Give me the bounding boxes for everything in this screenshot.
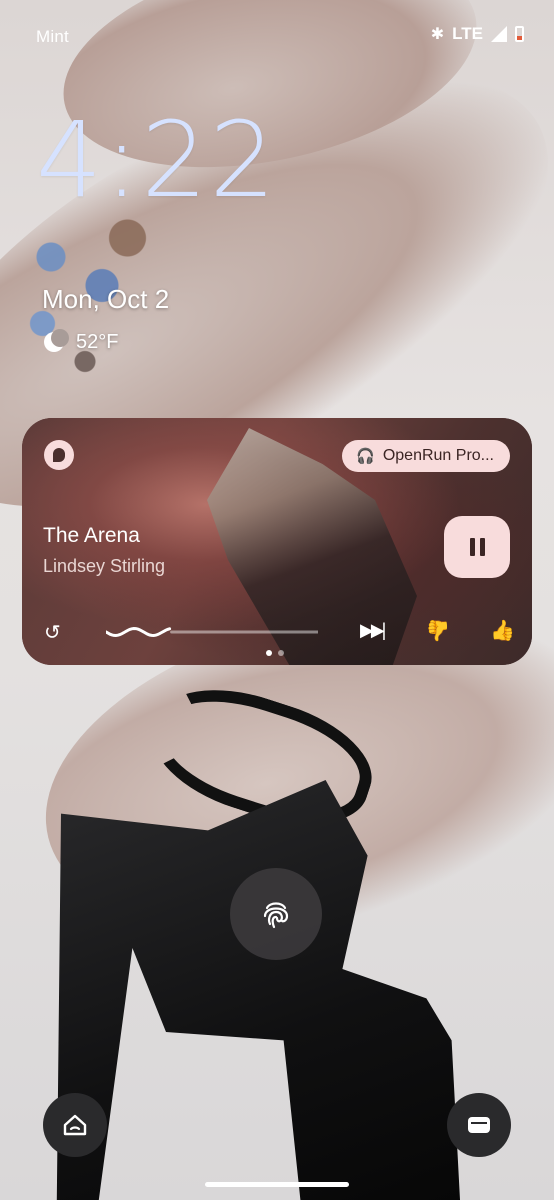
carrier-label: Mint <box>36 27 69 46</box>
moon-cloud-icon <box>42 329 69 354</box>
status-icons: ✱ LTE <box>431 24 524 44</box>
fingerprint-icon <box>263 902 289 929</box>
pandora-icon[interactable] <box>44 440 74 470</box>
headphones-icon: 🎧 <box>356 448 375 465</box>
lock-screen: Mint ✱ LTE 4:22 Mon, Oct 2 52°F 🎧 OpenRu… <box>0 0 554 1200</box>
fingerprint-sensor[interactable] <box>230 868 322 960</box>
seek-bar[interactable] <box>106 624 318 640</box>
page-dot <box>278 650 284 656</box>
media-controls: ↺ ▶▶| 👍 👍 <box>22 616 532 648</box>
replay-icon[interactable]: ↺ <box>44 620 61 645</box>
network-type: LTE <box>452 24 483 43</box>
pause-icon <box>469 538 475 556</box>
temperature: 52°F <box>76 330 119 353</box>
output-device-label: OpenRun Pro... <box>382 447 494 464</box>
bluetooth-icon: ✱ <box>430 26 445 43</box>
weather-widget[interactable]: 52°F <box>42 329 119 354</box>
status-bar: Mint ✱ LTE <box>0 0 554 74</box>
pause-icon-bar <box>479 538 485 556</box>
media-player-card[interactable]: 🎧 OpenRun Pro... The Arena Lindsey Stirl… <box>22 418 532 665</box>
home-icon <box>63 1114 87 1136</box>
track-artist: Lindsey Stirling <box>43 556 166 576</box>
gesture-bar[interactable] <box>205 1182 349 1187</box>
wallet-icon <box>468 1117 490 1133</box>
wallpaper-shape <box>137 668 387 846</box>
thumbs-down-icon[interactable]: 👍 <box>426 618 451 643</box>
track-title: The Arena <box>43 524 140 547</box>
pause-button[interactable] <box>444 516 510 578</box>
seek-bar-played <box>106 626 172 638</box>
thumbs-up-icon[interactable]: 👍 <box>490 618 515 643</box>
wallet-shortcut-button[interactable] <box>447 1093 511 1157</box>
battery-icon <box>515 26 524 42</box>
signal-icon <box>491 26 507 42</box>
page-indicator <box>266 650 284 656</box>
output-device-chip[interactable]: 🎧 OpenRun Pro... <box>342 440 510 472</box>
lockscreen-clock: 4:22 <box>36 99 278 221</box>
lockscreen-date[interactable]: Mon, Oct 2 <box>42 284 169 315</box>
page-dot-active <box>266 650 272 656</box>
skip-next-icon[interactable]: ▶▶| <box>360 620 386 641</box>
home-shortcut-button[interactable] <box>43 1093 107 1157</box>
